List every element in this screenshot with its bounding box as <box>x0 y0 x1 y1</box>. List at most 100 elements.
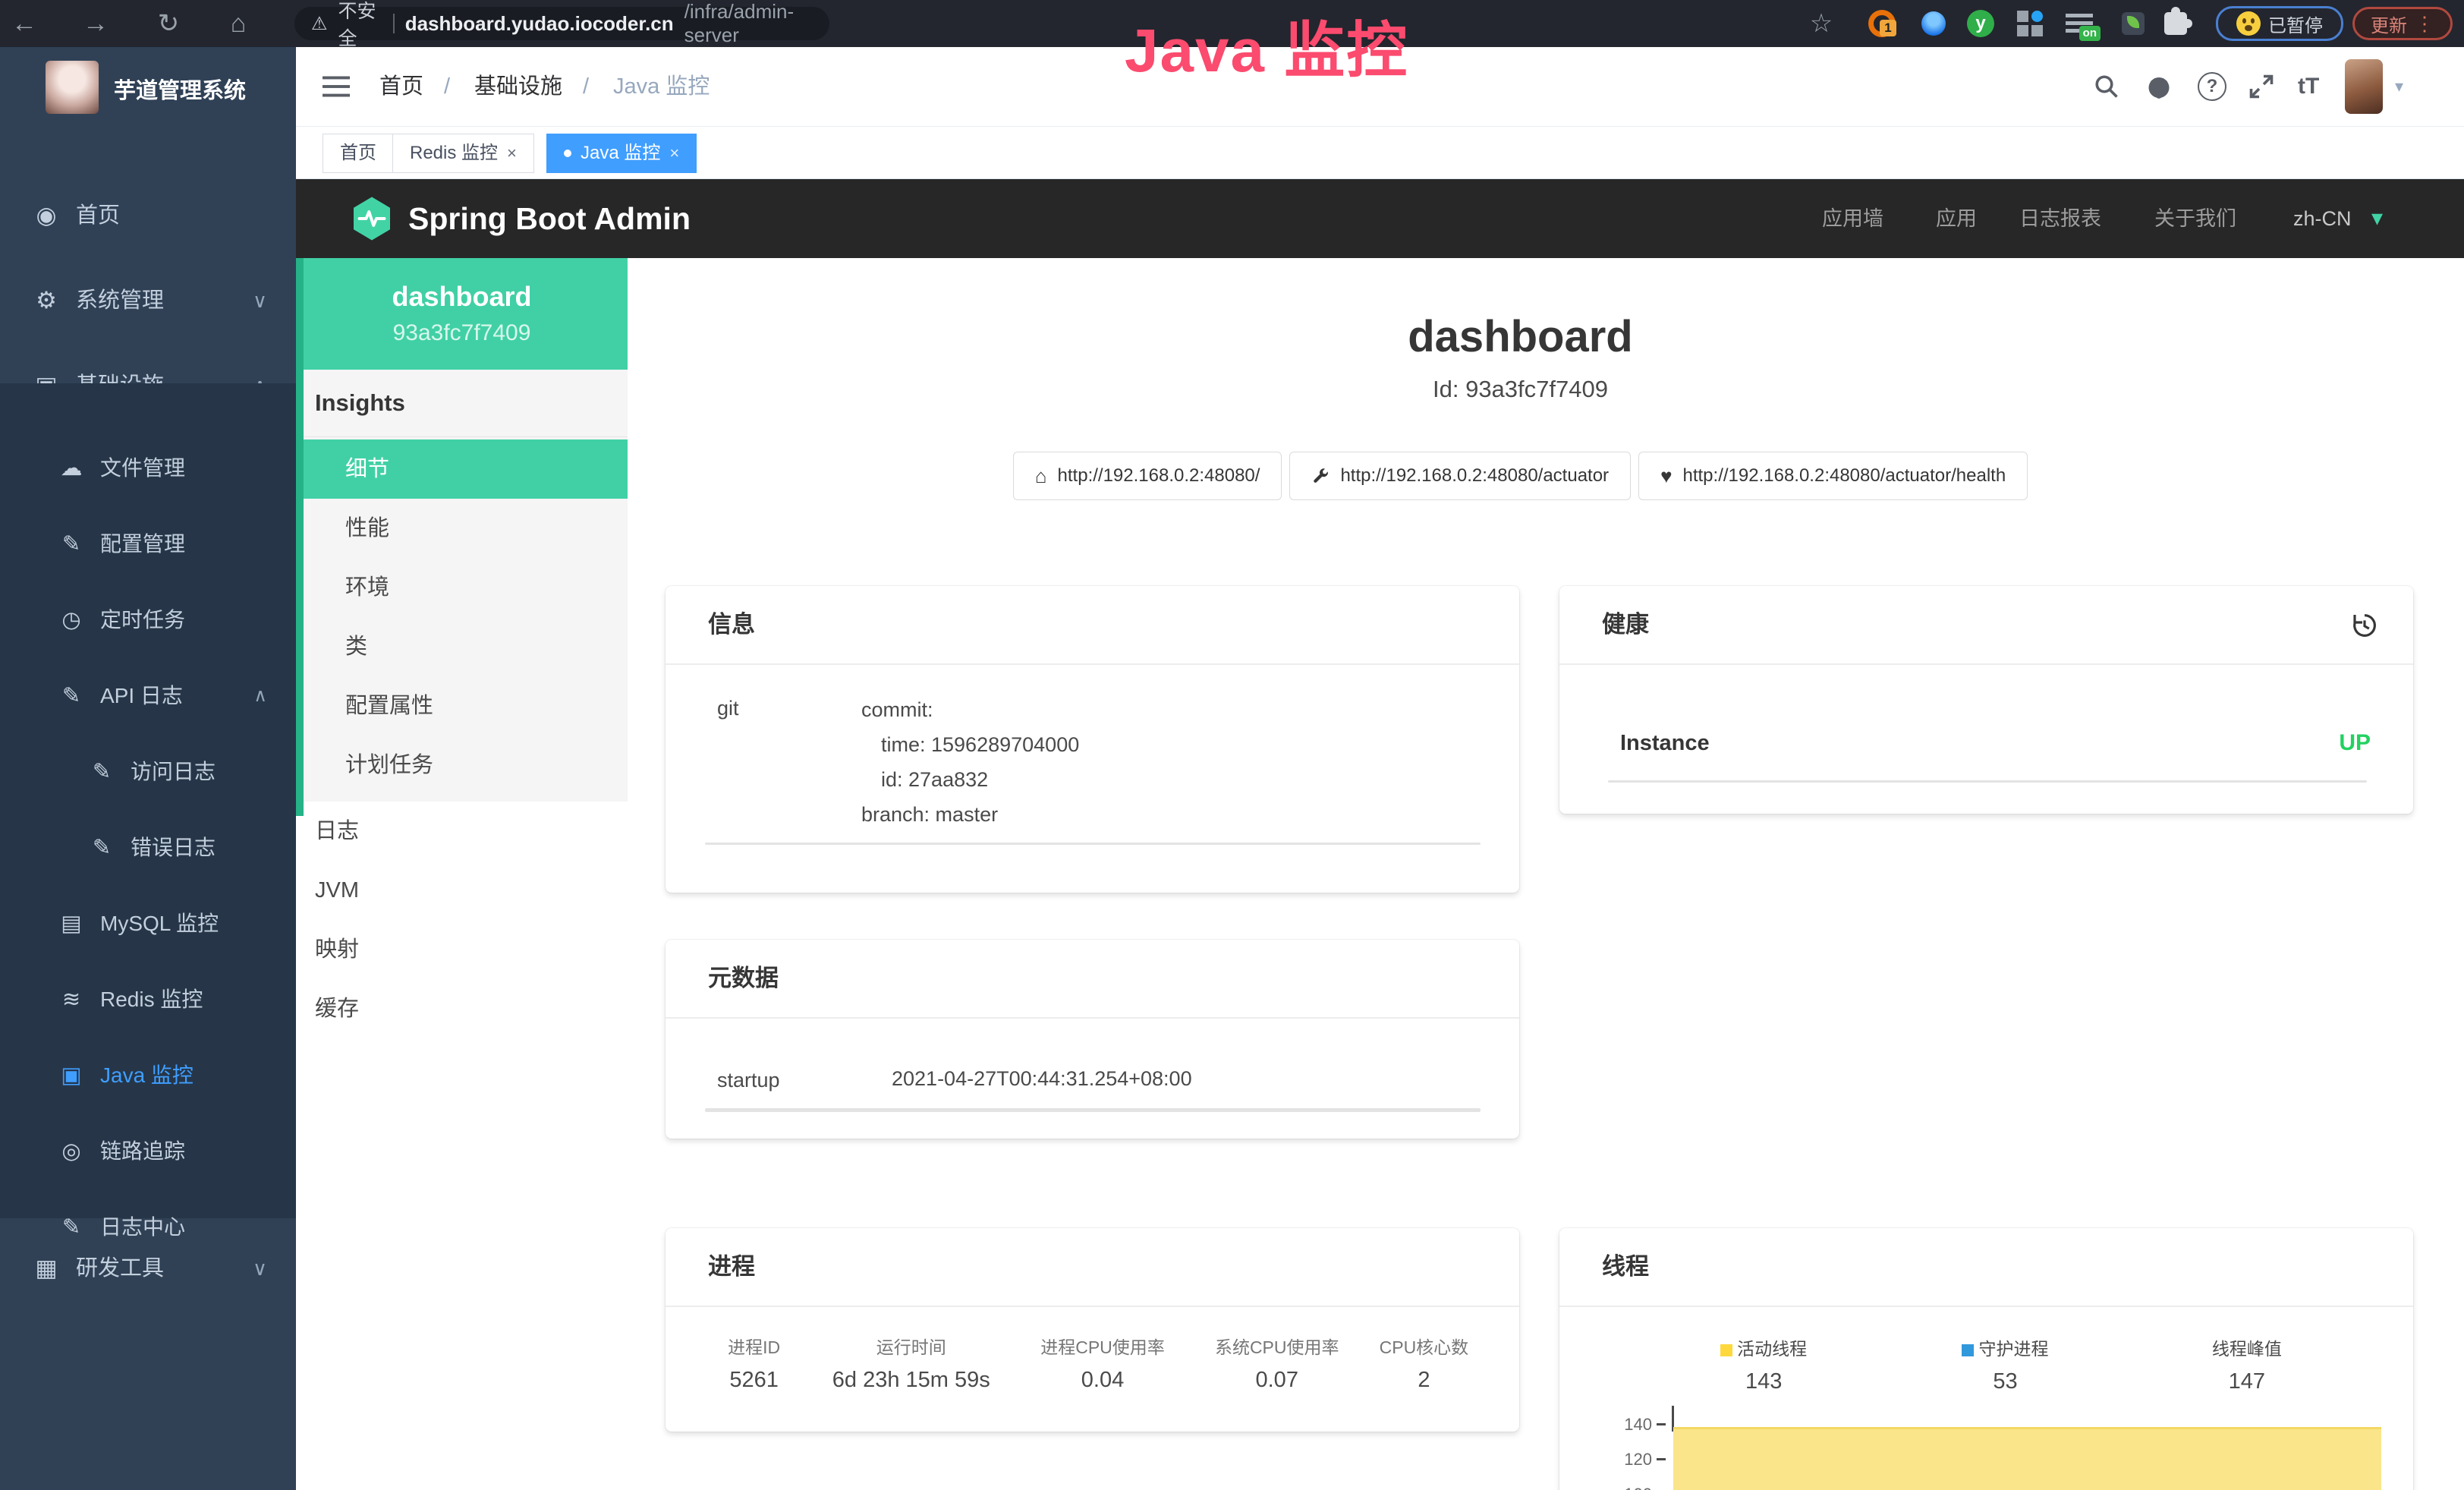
avatar-caret-icon[interactable]: ▾ <box>2395 47 2403 126</box>
help-icon[interactable]: ? <box>2198 47 2226 126</box>
font-size-icon[interactable]: tT <box>2298 47 2319 126</box>
sidebar-item-home[interactable]: ◉ 首页 <box>0 173 296 258</box>
access-log-icon: ✎ <box>85 734 118 810</box>
sba-nav-applications[interactable]: 应用 <box>1936 179 1977 258</box>
history-icon[interactable] <box>2349 610 2380 641</box>
sidebar-item-job[interactable]: ◷ 定时任务 <box>0 582 296 658</box>
sidebar-item-accesslog[interactable]: ✎ 访问日志 <box>0 734 296 810</box>
insights-item-scheduled[interactable]: 计划任务 <box>304 736 628 795</box>
tick-mark <box>1657 1423 1666 1425</box>
menu-item-jvm[interactable]: JVM <box>296 861 628 920</box>
tab-redis[interactable]: Redis 监控 × <box>392 134 534 173</box>
sidebar-item-mysql[interactable]: ▤ MySQL 监控 <box>0 886 296 962</box>
browser-home-icon[interactable]: ⌂ <box>222 0 255 47</box>
bookmark-star-icon[interactable]: ☆ <box>1805 0 1838 47</box>
service-url: http://192.168.0.2:48080/ <box>1058 465 1260 487</box>
sidebar-item-config[interactable]: ✎ 配置管理 <box>0 506 296 582</box>
extensions-puzzle[interactable] <box>2164 0 2187 47</box>
insights-item-classes[interactable]: 类 <box>304 617 628 676</box>
breadcrumb-home[interactable]: 首页 <box>379 47 423 126</box>
menu-item-caches[interactable]: 缓存 <box>296 979 628 1038</box>
health-url-button[interactable]: ♥ http://192.168.0.2:48080/actuator/heal… <box>1638 452 2028 500</box>
browser-back-icon[interactable]: ← <box>8 0 41 47</box>
insights-item-configprops[interactable]: 配置属性 <box>304 676 628 736</box>
sidebar-item-devtools[interactable]: ▦ 研发工具 ∨ <box>0 1226 296 1311</box>
chevron-up-icon: ∧ <box>253 658 267 734</box>
metadata-startup-value: 2021-04-27T00:44:31.254+08:00 <box>892 1069 1192 1089</box>
peak-threads-value: 147 <box>2126 1369 2368 1394</box>
browser-forward-icon[interactable]: → <box>79 0 112 47</box>
extension-pin[interactable] <box>1921 0 1946 47</box>
paused-label: 已暂停 <box>2268 11 2323 37</box>
sidebar-item-apilog[interactable]: ✎ API 日志 ∧ <box>0 658 296 734</box>
metadata-card-title: 元数据 <box>708 940 779 1017</box>
tab-home[interactable]: 首页 <box>323 134 394 173</box>
sidebar-logo-row[interactable]: 芋道管理系统 <box>0 47 296 169</box>
question-glyph: ? <box>2198 72 2226 101</box>
list-extension-icon: on <box>2066 12 2093 35</box>
sidebar-item-trace[interactable]: ◎ 链路追踪 <box>0 1114 296 1189</box>
sidebar-item-label: 链路追踪 <box>100 1114 185 1189</box>
user-avatar[interactable] <box>2345 59 2383 114</box>
address-bar[interactable]: ⚠ 不安全 dashboard.yudao.iocoder.cn /infra/… <box>294 7 829 40</box>
extension-green-y[interactable]: y <box>1967 0 1994 47</box>
actuator-url-button[interactable]: http://192.168.0.2:48080/actuator <box>1289 452 1631 500</box>
browser-reload-icon[interactable]: ↻ <box>152 0 185 47</box>
info-card: 信息 git commit: time: 1596289704000 id: 2… <box>666 586 1519 893</box>
profile-paused-chip[interactable]: 已暂停 <box>2216 6 2343 41</box>
sidebar-item-errorlog[interactable]: ✎ 错误日志 <box>0 810 296 886</box>
extension-grid[interactable] <box>2017 0 2043 47</box>
breadcrumb-current: Java 监控 <box>613 47 710 126</box>
sba-brand[interactable]: Spring Boot Admin <box>408 179 691 258</box>
health-row[interactable]: Instance UP <box>1620 730 2371 756</box>
threads-legend-values: 143 53 147 <box>1643 1369 2368 1394</box>
hamburger-icon[interactable] <box>323 47 350 126</box>
git-branch: branch: master <box>861 797 998 832</box>
sidebar-item-file[interactable]: ☁ 文件管理 <box>0 430 296 506</box>
menu-item-mappings[interactable]: 映射 <box>296 920 628 979</box>
sba-logo-icon[interactable] <box>351 196 393 241</box>
update-button[interactable]: 更新 ⋮ <box>2352 7 2453 40</box>
pin-icon <box>1921 11 1946 36</box>
legend-daemon[interactable]: 守护进程 <box>1884 1334 2126 1360</box>
close-icon[interactable]: × <box>507 134 517 172</box>
health-card-title: 健康 <box>1602 586 1649 663</box>
sba-nav-journal[interactable]: 日志报表 <box>2019 179 2101 258</box>
browser-menu-kebab-icon[interactable]: ⋮ <box>2415 12 2434 36</box>
card-header: 线程 <box>1559 1228 2413 1307</box>
sidebar-item-java[interactable]: ▣ Java 监控 <box>0 1038 296 1114</box>
tab-java-active[interactable]: Java 监控 × <box>546 134 697 173</box>
sidebar-item-redis[interactable]: ≋ Redis 监控 <box>0 962 296 1038</box>
sba-nav-wall[interactable]: 应用墙 <box>1822 179 1883 258</box>
sidebar-item-label: 访问日志 <box>131 734 216 810</box>
sidebar-item-system[interactable]: ⚙ 系统管理 ∨ <box>0 258 296 343</box>
java-monitor-icon: ▣ <box>55 1038 88 1114</box>
sba-language-select[interactable]: zh-CN <box>2293 179 2352 258</box>
github-icon[interactable] <box>2145 47 2173 126</box>
active-section-strip <box>296 258 304 816</box>
threads-area-chart <box>1673 1427 2381 1490</box>
search-icon[interactable] <box>2093 47 2120 126</box>
ytick-140: 140 <box>1606 1415 1652 1435</box>
insights-item-details[interactable]: 细节 <box>304 439 628 499</box>
wrench-icon <box>1311 467 1330 485</box>
extension-list-on[interactable]: on <box>2066 0 2093 47</box>
service-url-button[interactable]: ⌂ http://192.168.0.2:48080/ <box>1013 452 1282 500</box>
insights-item-env[interactable]: 环境 <box>304 558 628 617</box>
legend-live[interactable]: 活动线程 <box>1643 1334 1884 1360</box>
toolbox-icon: ▦ <box>29 1226 64 1311</box>
sba-nav-about[interactable]: 关于我们 <box>2154 179 2236 258</box>
error-log-icon: ✎ <box>85 810 118 886</box>
security-warning-icon[interactable]: ⚠ <box>311 13 328 35</box>
insights-item-metrics[interactable]: 性能 <box>304 499 628 558</box>
extension-orange[interactable]: 1 <box>1868 0 1896 47</box>
breadcrumb-infra[interactable]: 基础设施 <box>474 47 562 126</box>
menu-item-logs[interactable]: 日志 <box>296 802 628 861</box>
edit-icon: ✎ <box>55 506 88 582</box>
close-icon[interactable]: × <box>669 134 679 172</box>
database-icon: ▤ <box>55 886 88 962</box>
fullscreen-icon[interactable] <box>2248 47 2275 126</box>
instance-name: dashboard <box>296 281 628 313</box>
language-caret-icon[interactable]: ▾ <box>2371 179 2383 258</box>
extension-sprout[interactable] <box>2122 0 2145 47</box>
